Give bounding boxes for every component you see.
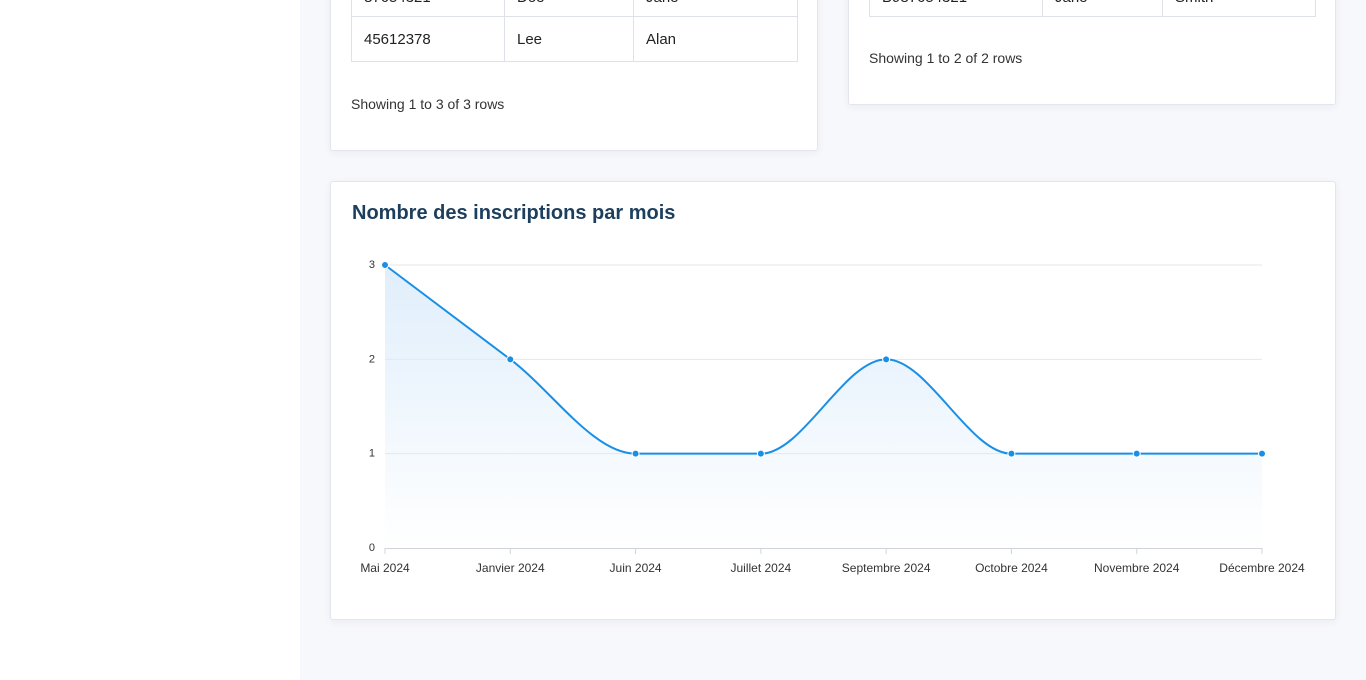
data-point	[1007, 449, 1016, 458]
table-cell-lastname: Doe	[504, 0, 634, 17]
y-tick-label: 3	[369, 259, 375, 271]
pagination-info: Showing 1 to 3 of 3 rows	[351, 96, 505, 112]
table-row[interactable]: 45612378 Lee Alan	[351, 16, 798, 62]
table-row[interactable]: 87654321 Doe Jane	[351, 0, 798, 17]
table-cell-firstname: Alan	[633, 16, 798, 62]
y-tick-label: 0	[369, 542, 375, 554]
students-table: 87654321 Doe Jane 45612378 Lee Alan	[351, 0, 798, 62]
x-tick-label: Décembre 2024	[1219, 561, 1305, 575]
table-cell-id: B987654321	[869, 0, 1043, 17]
data-point	[1132, 449, 1141, 458]
x-tick-label: Janvier 2024	[476, 561, 545, 575]
table-cell-firstname: Jane	[633, 0, 798, 17]
table-cell-id: 87654321	[351, 0, 505, 17]
data-point	[631, 449, 640, 458]
data-point	[1258, 449, 1266, 458]
other-table: B987654321 Jane Smith	[869, 0, 1316, 17]
other-table-card: B987654321 Jane Smith Showing 1 to 2 of …	[848, 0, 1336, 105]
x-tick-label: Septembre 2024	[842, 561, 931, 575]
table-cell-lastname: Smith	[1162, 0, 1316, 17]
students-table-card: 87654321 Doe Jane 45612378 Lee Alan Show…	[330, 0, 818, 151]
data-point	[506, 355, 515, 364]
x-tick-label: Juin 2024	[610, 561, 662, 575]
x-tick-label: Mai 2024	[360, 561, 410, 575]
data-point	[756, 449, 765, 458]
registrations-chart-card: Nombre des inscriptions par mois 0 1 2 3 Mai…	[330, 181, 1336, 620]
x-tick-label: Juillet 2024	[730, 561, 791, 575]
y-tick-label: 2	[369, 353, 375, 365]
data-point	[381, 261, 389, 269]
x-tick-label: Octobre 2024	[975, 561, 1048, 575]
table-cell-lastname: Lee	[504, 16, 634, 62]
pagination-info: Showing 1 to 2 of 2 rows	[869, 50, 1023, 66]
table-cell-firstname: Jane	[1042, 0, 1163, 17]
table-cell-id: 45612378	[351, 16, 505, 62]
table-row[interactable]: B987654321 Jane Smith	[869, 0, 1316, 17]
registrations-line-chart: 0 1 2 3 Mai 2024 Janvier 2024 Juin 2024 Juillet…	[360, 259, 1305, 575]
data-point	[882, 355, 891, 364]
x-tick-label: Novembre 2024	[1094, 561, 1180, 575]
sidebar	[0, 0, 301, 680]
y-tick-label: 1	[369, 448, 375, 460]
